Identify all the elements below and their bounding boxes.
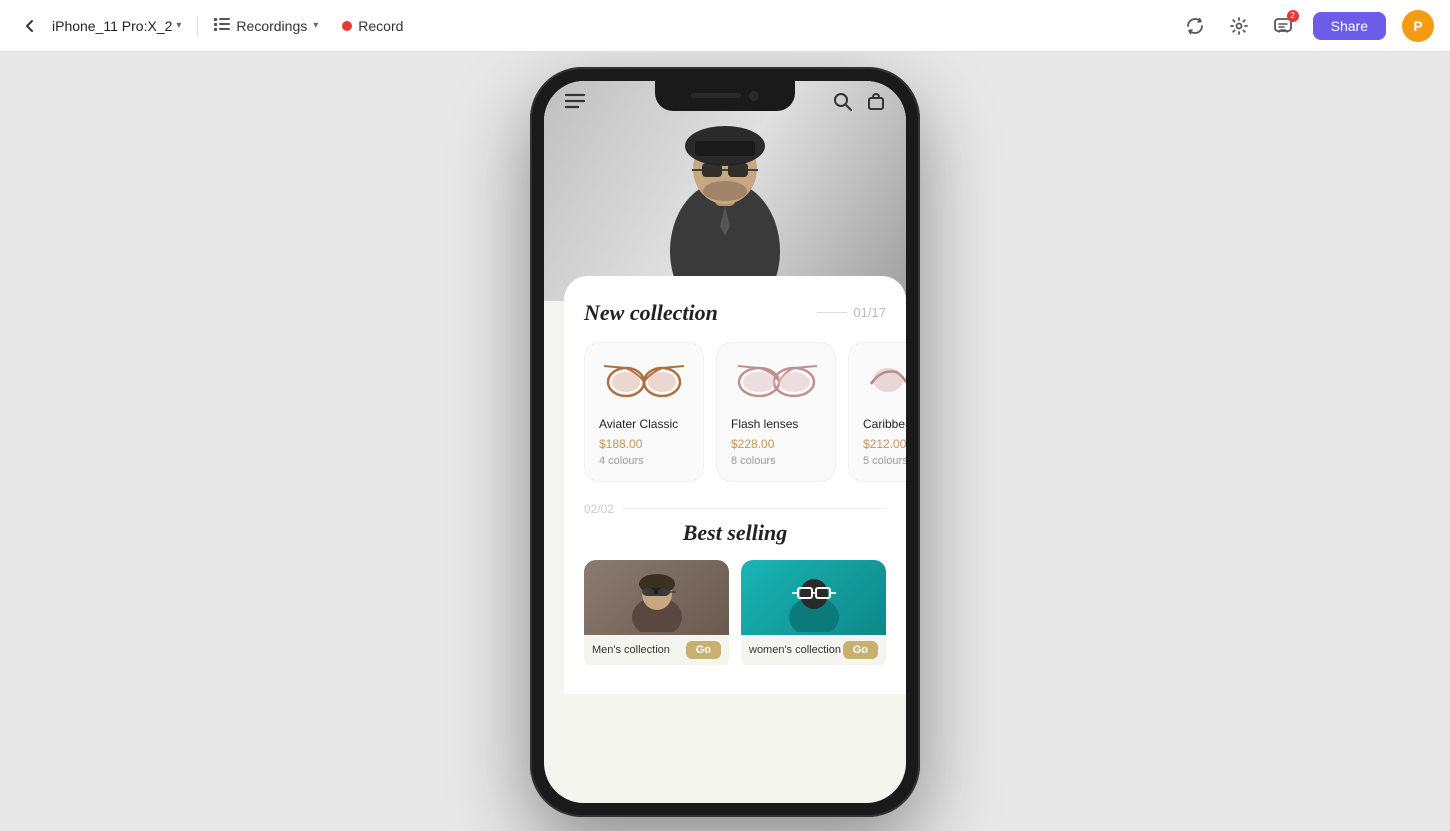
product-card-flash[interactable]: Flash lenses $228.00 8 colours (716, 342, 836, 482)
settings-button[interactable] (1225, 12, 1253, 40)
product-card-caribbe[interactable]: Caribbe $212.00 5 colours (848, 342, 906, 482)
topbar: iPhone_11 Pro:X_2 ▾ Recordings ▾ Record (0, 0, 1450, 52)
mens-go-button[interactable]: Go (686, 641, 721, 659)
collection-counter: 01/17 (817, 305, 886, 320)
product-card-aviator[interactable]: Aviater Classic $188.00 4 colours (584, 342, 704, 482)
section-counter-line (622, 508, 886, 509)
womens-go-button[interactable]: Go (843, 641, 878, 659)
bag-button[interactable] (866, 91, 886, 116)
chevron-down-icon: ▾ (176, 20, 181, 31)
product-colors-flash: 8 colours (731, 455, 821, 467)
chat-button[interactable]: 2 (1269, 12, 1297, 40)
recordings-icon (214, 17, 230, 34)
notch-speaker (691, 93, 741, 98)
topbar-left: iPhone_11 Pro:X_2 ▾ Recordings ▾ Record (16, 12, 1181, 40)
hero-figure (650, 91, 800, 301)
womens-collection-image (741, 560, 886, 635)
womens-collection-card[interactable]: women's collection Go (741, 560, 886, 670)
record-button[interactable]: Record (342, 18, 403, 34)
product-colors-aviator: 4 colours (599, 455, 689, 467)
counter-line (817, 312, 847, 313)
mens-collection-image (584, 560, 729, 635)
phone-screen: New collection 01/17 (544, 81, 906, 803)
product-name-flash: Flash lenses (731, 417, 821, 431)
product-image-caribbe (863, 357, 906, 407)
mens-collection-info: Men's collection Go (584, 635, 729, 665)
record-dot-icon (342, 21, 352, 31)
hero-section (544, 81, 906, 301)
search-button[interactable] (832, 91, 852, 116)
mens-collection-label: Men's collection (592, 644, 670, 656)
topbar-right: 2 Share P (1181, 10, 1434, 42)
share-button[interactable]: Share (1313, 12, 1386, 40)
product-name-caribbe: Caribbe (863, 417, 906, 431)
back-button[interactable] (16, 12, 44, 40)
notch (655, 81, 795, 111)
canvas: New collection 01/17 (0, 52, 1450, 831)
mens-collection-card[interactable]: Men's collection Go (584, 560, 729, 670)
menu-button[interactable] (564, 92, 586, 115)
collection-header: New collection 01/17 (584, 300, 886, 326)
womens-collection-info: women's collection Go (741, 635, 886, 665)
notch-camera (749, 91, 759, 101)
nav-icons (832, 91, 886, 116)
section-counter: 02/02 (584, 502, 886, 516)
bestselling-grid: Men's collection Go (584, 560, 886, 670)
chat-badge: 2 (1287, 10, 1299, 22)
product-image-aviator (599, 357, 689, 407)
product-scroll[interactable]: Aviater Classic $188.00 4 colours (584, 342, 886, 482)
product-price-caribbe: $212.00 (863, 437, 906, 451)
refresh-button[interactable] (1181, 12, 1209, 40)
recordings-button[interactable]: Recordings ▾ (214, 17, 318, 34)
recordings-chevron-icon: ▾ (313, 20, 318, 31)
app-content: New collection 01/17 (544, 81, 906, 803)
product-image-flash (731, 357, 821, 407)
white-card: New collection 01/17 (564, 276, 906, 694)
womens-collection-label: women's collection (749, 644, 841, 656)
product-price-aviator: $188.00 (599, 437, 689, 451)
product-colors-caribbe: 5 colours (863, 455, 906, 467)
collection-title: New collection (584, 300, 718, 326)
product-name-aviator: Aviater Classic (599, 417, 689, 431)
device-name[interactable]: iPhone_11 Pro:X_2 ▾ (52, 18, 181, 34)
phone-frame: New collection 01/17 (530, 67, 920, 817)
bestselling-section: 02/02 Best selling (584, 502, 886, 670)
bestselling-title: Best selling (584, 520, 886, 546)
topbar-divider (197, 16, 198, 36)
avatar[interactable]: P (1402, 10, 1434, 42)
product-price-flash: $228.00 (731, 437, 821, 451)
